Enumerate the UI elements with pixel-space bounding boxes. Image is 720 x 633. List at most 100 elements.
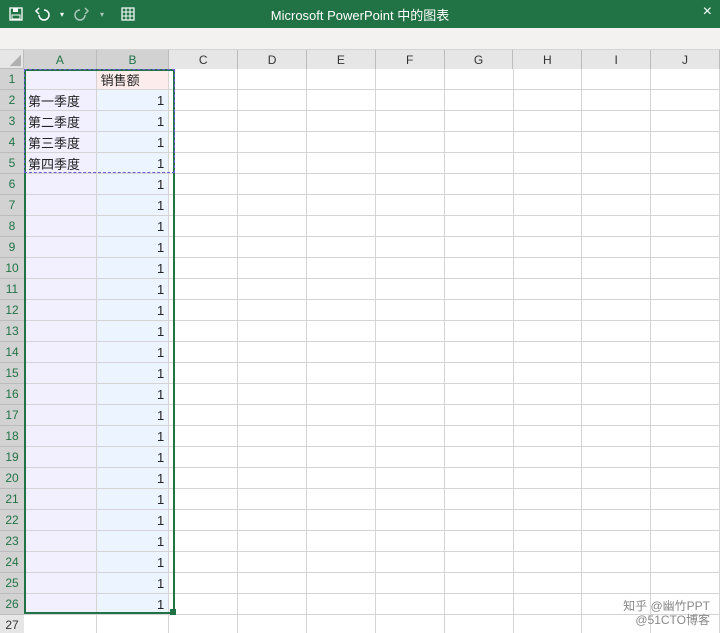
cell-F25[interactable] (376, 573, 445, 594)
cell-J26[interactable] (651, 594, 720, 615)
cell-E15[interactable] (307, 363, 376, 384)
cell-C5[interactable] (169, 153, 238, 174)
cell-E22[interactable] (307, 510, 376, 531)
cell-C12[interactable] (169, 300, 238, 321)
cell-B26[interactable]: 1 (97, 594, 170, 615)
row-header-17[interactable]: 17 (0, 405, 24, 426)
cell-F26[interactable] (376, 594, 445, 615)
cell-I23[interactable] (582, 531, 651, 552)
cell-A24[interactable] (24, 552, 97, 573)
cell-B19[interactable]: 1 (97, 447, 170, 468)
cell-A27[interactable] (24, 615, 97, 633)
cell-E17[interactable] (307, 405, 376, 426)
cell-B14[interactable]: 1 (97, 342, 170, 363)
cell-I11[interactable] (582, 279, 651, 300)
cell-D25[interactable] (238, 573, 307, 594)
cell-C26[interactable] (169, 594, 238, 615)
cell-H20[interactable] (514, 468, 583, 489)
cell-F27[interactable] (376, 615, 445, 633)
cell-J11[interactable] (651, 279, 720, 300)
cell-I25[interactable] (582, 573, 651, 594)
cell-A5[interactable]: 第四季度 (24, 153, 97, 174)
cell-G17[interactable] (445, 405, 514, 426)
cell-A23[interactable] (24, 531, 97, 552)
cell-F24[interactable] (376, 552, 445, 573)
cell-I15[interactable] (582, 363, 651, 384)
cell-G24[interactable] (445, 552, 514, 573)
cell-G7[interactable] (445, 195, 514, 216)
cell-A26[interactable] (24, 594, 97, 615)
cell-I2[interactable] (582, 90, 651, 111)
row-header-1[interactable]: 1 (0, 69, 24, 90)
cell-I7[interactable] (582, 195, 651, 216)
cell-I17[interactable] (582, 405, 651, 426)
cell-E7[interactable] (307, 195, 376, 216)
cell-H17[interactable] (514, 405, 583, 426)
cell-E26[interactable] (307, 594, 376, 615)
cell-H26[interactable] (514, 594, 583, 615)
column-header-H[interactable]: H (513, 50, 582, 69)
cell-A18[interactable] (24, 426, 97, 447)
cell-G4[interactable] (445, 132, 514, 153)
cell-J17[interactable] (651, 405, 720, 426)
cell-G20[interactable] (445, 468, 514, 489)
cell-B25[interactable]: 1 (97, 573, 170, 594)
cell-C7[interactable] (169, 195, 238, 216)
cell-I22[interactable] (582, 510, 651, 531)
cell-I16[interactable] (582, 384, 651, 405)
cell-D18[interactable] (238, 426, 307, 447)
cell-D15[interactable] (238, 363, 307, 384)
cell-F13[interactable] (376, 321, 445, 342)
cell-A1[interactable] (24, 69, 97, 90)
cell-B2[interactable]: 1 (97, 90, 170, 111)
cell-G19[interactable] (445, 447, 514, 468)
cell-J7[interactable] (651, 195, 720, 216)
cell-J2[interactable] (651, 90, 720, 111)
cell-C16[interactable] (169, 384, 238, 405)
cell-E2[interactable] (307, 90, 376, 111)
redo-dropdown-icon[interactable]: ▾ (100, 10, 104, 19)
cell-G10[interactable] (445, 258, 514, 279)
cell-F5[interactable] (376, 153, 445, 174)
cell-G15[interactable] (445, 363, 514, 384)
cell-D14[interactable] (238, 342, 307, 363)
cell-G6[interactable] (445, 174, 514, 195)
cell-C2[interactable] (169, 90, 238, 111)
row-header-11[interactable]: 11 (0, 279, 24, 300)
cell-J4[interactable] (651, 132, 720, 153)
cell-D23[interactable] (238, 531, 307, 552)
cell-C23[interactable] (169, 531, 238, 552)
cell-J3[interactable] (651, 111, 720, 132)
cell-A4[interactable]: 第三季度 (24, 132, 97, 153)
cell-I12[interactable] (582, 300, 651, 321)
cell-E4[interactable] (307, 132, 376, 153)
cell-I19[interactable] (582, 447, 651, 468)
cell-E13[interactable] (307, 321, 376, 342)
cell-I10[interactable] (582, 258, 651, 279)
redo-icon[interactable] (74, 6, 90, 22)
cell-G1[interactable] (445, 69, 514, 90)
cell-D16[interactable] (238, 384, 307, 405)
close-icon[interactable]: × (703, 4, 712, 20)
cell-E14[interactable] (307, 342, 376, 363)
cell-F20[interactable] (376, 468, 445, 489)
cell-A21[interactable] (24, 489, 97, 510)
cell-B27[interactable] (97, 615, 170, 633)
cell-D4[interactable] (238, 132, 307, 153)
cell-D11[interactable] (238, 279, 307, 300)
cell-C13[interactable] (169, 321, 238, 342)
cell-J6[interactable] (651, 174, 720, 195)
row-header-13[interactable]: 13 (0, 321, 24, 342)
row-header-7[interactable]: 7 (0, 195, 24, 216)
cell-C10[interactable] (169, 258, 238, 279)
cell-A17[interactable] (24, 405, 97, 426)
cell-C4[interactable] (169, 132, 238, 153)
cell-B15[interactable]: 1 (97, 363, 170, 384)
row-header-22[interactable]: 22 (0, 510, 24, 531)
cell-G25[interactable] (445, 573, 514, 594)
undo-dropdown-icon[interactable]: ▾ (60, 10, 64, 19)
row-header-9[interactable]: 9 (0, 237, 24, 258)
row-header-20[interactable]: 20 (0, 468, 24, 489)
cell-F15[interactable] (376, 363, 445, 384)
cell-B3[interactable]: 1 (97, 111, 170, 132)
